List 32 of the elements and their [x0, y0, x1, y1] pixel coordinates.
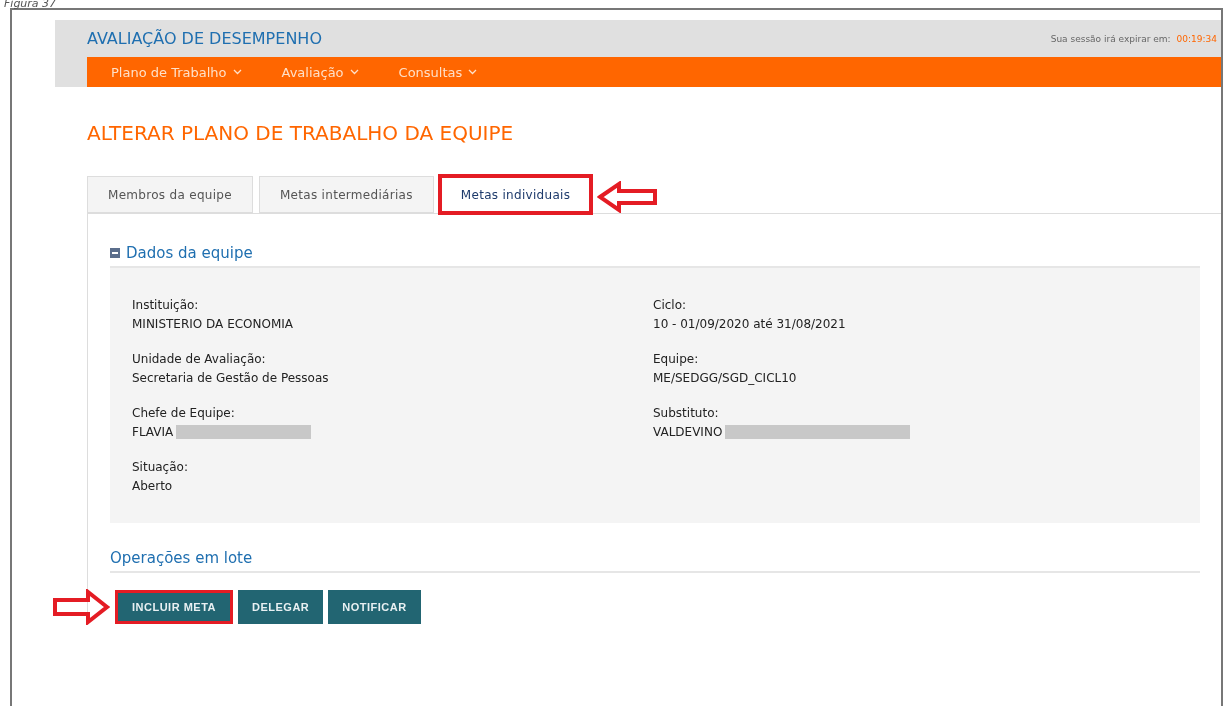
field-label: Unidade de Avaliação: — [132, 352, 267, 366]
field-value: FLAVIA — [132, 425, 174, 439]
collapse-icon[interactable] — [110, 248, 120, 258]
field-label: Equipe: — [653, 352, 700, 366]
page-title: ALTERAR PLANO DE TRABALHO DA EQUIPE — [87, 121, 515, 145]
tab[interactable]: Metas individuais — [439, 176, 592, 213]
arrow-icon — [52, 589, 110, 625]
field-label: Situação: — [132, 460, 189, 474]
action-button[interactable]: NOTIFICAR — [328, 590, 421, 624]
field-label: Substituto: — [653, 406, 720, 420]
app-title: AVALIAÇÃO DE DESEMPENHO — [87, 29, 322, 48]
action-button[interactable]: DELEGAR — [238, 590, 324, 624]
field-value: Aberto — [132, 479, 173, 493]
field-value: VALDEVINO — [653, 425, 723, 439]
field-label: Chefe de Equipe: — [132, 406, 236, 420]
arrow-icon — [597, 181, 660, 213]
field-value: Secretaria de Gestão de Pessoas — [132, 371, 329, 385]
section-title: Operações em lote — [110, 549, 1200, 573]
field-value: 10 - 01/09/2020 até 31/08/2021 — [653, 317, 846, 331]
tab[interactable]: Metas intermediárias — [258, 176, 434, 213]
field-label: Ciclo: — [653, 298, 688, 312]
session-label: Sua sessão irá expirar em: — [1050, 33, 1171, 44]
chevron-down-icon — [232, 69, 242, 75]
section-title: Dados da equipe — [126, 244, 253, 262]
field-value: MINISTERIO DA ECONOMIA — [132, 317, 294, 331]
chevron-down-icon — [349, 69, 359, 75]
field-label: Instituição: — [132, 298, 200, 312]
tab[interactable]: Membros da equipe — [87, 176, 253, 213]
field-value: ME/SEDGG/SGD_CICL10 — [653, 371, 797, 385]
chevron-down-icon — [468, 69, 478, 75]
session-timer: 00:19:34 — [1176, 33, 1217, 44]
action-button[interactable]: INCLUIR META — [115, 590, 233, 624]
